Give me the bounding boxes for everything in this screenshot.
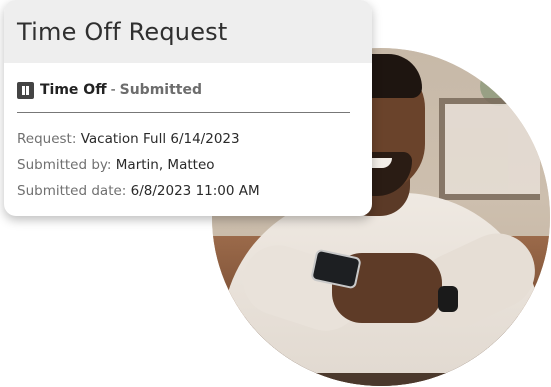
detail-row-submitted-date: Submitted date: 6/8/2023 11:00 AM [17,178,372,204]
time-off-request-card: Time Off Request Time Off - Submitted Re… [4,0,372,216]
detail-value: 6/8/2023 11:00 AM [130,183,260,199]
detail-label: Request: [17,131,77,147]
divider [17,112,350,113]
photo-shelf [439,98,540,200]
status-separator: - [110,82,116,98]
pause-icon [17,81,34,99]
status-type: Time Off [40,82,107,98]
detail-value: Vacation Full 6/14/2023 [80,131,240,147]
detail-value: Martin, Matteo [115,157,215,173]
status-value: Submitted [119,82,202,98]
detail-row-submitted-by: Submitted by: Martin, Matteo [17,152,372,178]
card-title: Time Off Request [17,17,228,46]
detail-label: Submitted by: [17,157,112,173]
detail-row-request: Request: Vacation Full 6/14/2023 [17,126,372,152]
card-header: Time Off Request [4,0,372,63]
status-row: Time Off - Submitted [17,79,372,101]
watch-icon [438,286,458,312]
request-details: Request: Vacation Full 6/14/2023 Submitt… [17,126,372,204]
detail-label: Submitted date: [17,183,127,199]
